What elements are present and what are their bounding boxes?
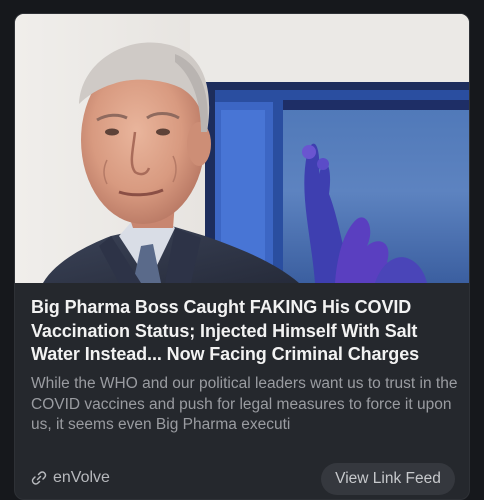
link-icon xyxy=(31,470,47,486)
article-headline[interactable]: Big Pharma Boss Caught FAKING His COVID … xyxy=(31,296,459,367)
article-image[interactable] xyxy=(15,14,469,283)
link-preview-card[interactable]: Big Pharma Boss Caught FAKING His COVID … xyxy=(14,13,470,500)
view-link-feed-button[interactable]: View Link Feed xyxy=(321,463,455,495)
source-link[interactable]: enVolve xyxy=(31,469,110,487)
article-snippet: While the WHO and our political leaders … xyxy=(31,375,458,433)
source-name: enVolve xyxy=(53,469,110,486)
